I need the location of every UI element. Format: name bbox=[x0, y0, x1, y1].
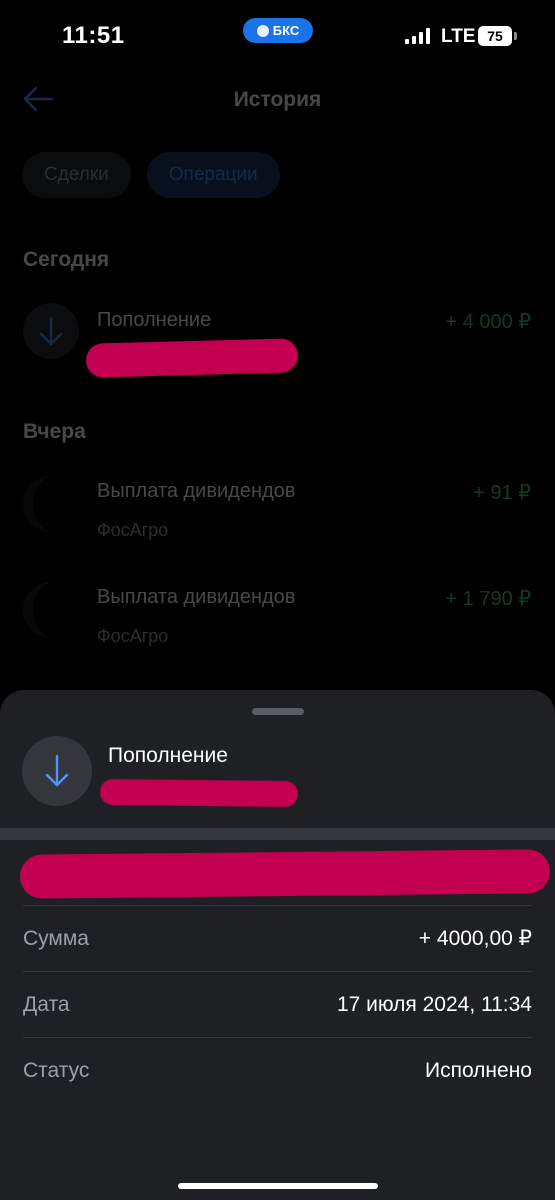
operation-amount: + 1 790 ₽ bbox=[445, 588, 531, 610]
signal-icon bbox=[405, 28, 430, 44]
status-time: 11:51 bbox=[62, 22, 125, 49]
redaction-mark bbox=[19, 849, 551, 899]
operation-title: Пополнение bbox=[97, 309, 212, 331]
redaction-mark bbox=[99, 778, 299, 808]
detail-label: Статус bbox=[23, 1058, 90, 1082]
operation-title: Выплата дивидендов bbox=[97, 586, 296, 608]
battery-icon: 75 bbox=[478, 26, 512, 46]
section-divider bbox=[0, 828, 555, 840]
tab-operations[interactable]: Операции bbox=[146, 152, 280, 198]
network-type: LTE bbox=[441, 26, 476, 47]
operation-amount: + 4 000 ₽ bbox=[445, 311, 531, 333]
home-indicator[interactable] bbox=[178, 1183, 378, 1189]
status-bar: 11:51 БКС LTE 75 bbox=[0, 0, 555, 72]
detail-row-status: Статус Исполнено bbox=[23, 1037, 532, 1103]
company-logo bbox=[23, 476, 79, 532]
deposit-icon-circle bbox=[22, 736, 92, 806]
list-item[interactable]: Выплата дивидендов ФосАгро + 1 790 ₽ bbox=[0, 580, 555, 660]
operation-subtitle: ФосАгро bbox=[97, 626, 169, 646]
header: История bbox=[0, 70, 555, 130]
tab-deals[interactable]: Сделки bbox=[22, 152, 131, 198]
deposit-icon-circle bbox=[23, 303, 79, 359]
operation-detail-sheet: Пополнение Сумма + 4000,00 ₽ Дата 17 июл… bbox=[0, 690, 555, 1200]
sheet-title: Пополнение bbox=[108, 744, 228, 767]
detail-label: Сумма bbox=[23, 926, 89, 950]
detail-label: Дата bbox=[23, 992, 70, 1016]
battery-level: 75 bbox=[487, 28, 503, 44]
detail-row-date: Дата 17 июля 2024, 11:34 bbox=[23, 971, 532, 1037]
arrow-down-icon bbox=[39, 316, 63, 346]
detail-value: 17 июля 2024, 11:34 bbox=[336, 992, 532, 1016]
section-title-yesterday: Вчера bbox=[23, 420, 86, 443]
tabs: Сделки Операции bbox=[22, 152, 280, 198]
battery-tip bbox=[514, 32, 517, 40]
redaction-mark bbox=[85, 338, 299, 378]
arrow-down-icon bbox=[45, 754, 69, 787]
section-title-today: Сегодня bbox=[23, 248, 110, 271]
company-logo bbox=[23, 582, 79, 638]
operation-amount: + 91 ₽ bbox=[473, 482, 531, 504]
app-logo-icon bbox=[256, 24, 269, 37]
detail-value: + 4000,00 ₽ bbox=[418, 927, 532, 950]
sheet-grabber[interactable] bbox=[252, 708, 304, 715]
detail-value: Исполнено bbox=[425, 1058, 532, 1082]
operation-subtitle: ФосАгро bbox=[97, 520, 169, 540]
operation-title: Выплата дивидендов bbox=[97, 480, 296, 502]
detail-row-amount: Сумма + 4000,00 ₽ bbox=[23, 905, 532, 971]
app-pill-label: БКС bbox=[272, 23, 300, 38]
app-pill[interactable]: БКС bbox=[243, 18, 313, 43]
page-title: История bbox=[233, 88, 322, 111]
list-item[interactable]: Выплата дивидендов ФосАгро + 91 ₽ bbox=[0, 474, 555, 554]
